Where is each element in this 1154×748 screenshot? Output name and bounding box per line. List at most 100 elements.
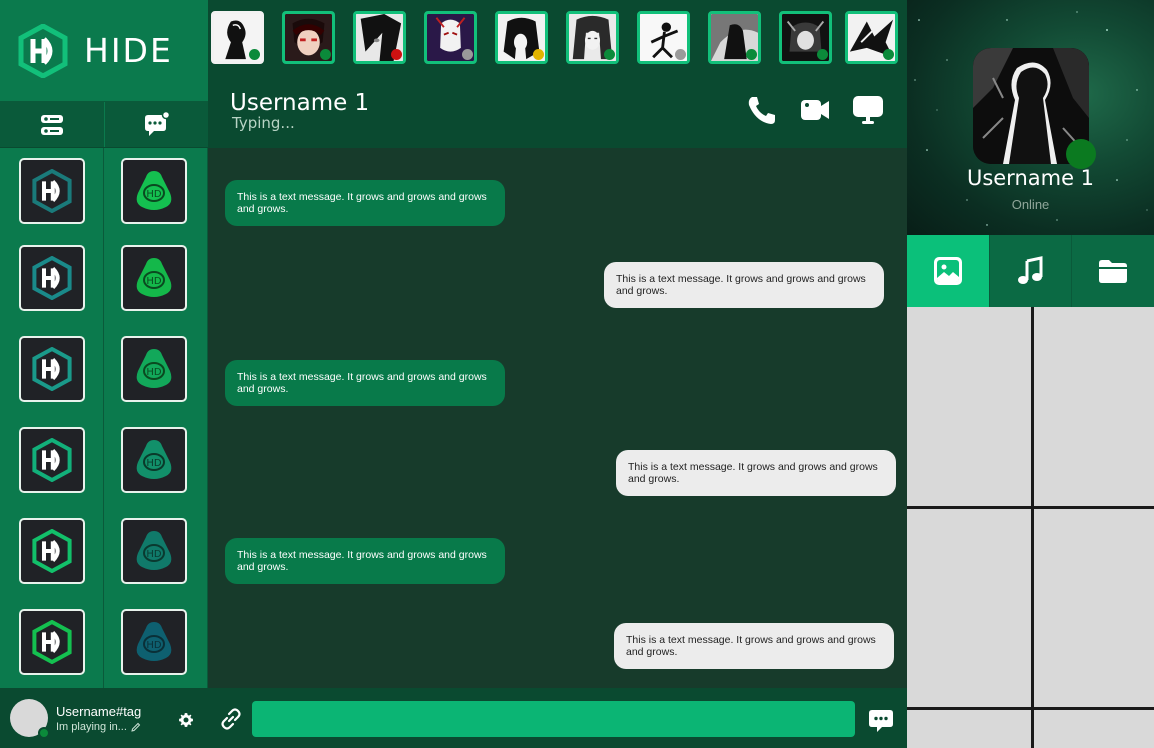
friend-avatar[interactable] — [353, 11, 406, 64]
current-user-panel: Username#tag Im playing in... — [0, 688, 208, 748]
gallery-item[interactable] — [1034, 307, 1154, 506]
gallery-item[interactable] — [907, 509, 1031, 707]
message-composer — [208, 688, 907, 748]
message-incoming[interactable]: This is a text message. It grows and gro… — [225, 360, 505, 406]
hd-logo-icon — [18, 23, 68, 78]
message-outgoing[interactable]: This is a text message. It grows and gro… — [604, 262, 884, 308]
server-tile[interactable]: HD — [121, 158, 187, 224]
svg-text:HD: HD — [146, 458, 162, 469]
server-tile[interactable] — [19, 245, 85, 311]
gear-icon[interactable] — [178, 712, 194, 728]
hd-logo-icon — [32, 256, 72, 300]
server-tile[interactable]: HD — [121, 336, 187, 402]
left-sidebar: HIDE HD HD HD HD HD HD Username#tag Im p… — [0, 0, 208, 748]
message-list: This is a text message. It grows and gro… — [208, 148, 907, 688]
mode-tabs — [0, 102, 208, 148]
server-tile[interactable] — [19, 158, 85, 224]
gallery-item[interactable] — [907, 307, 1031, 506]
brand-name: HIDE — [84, 31, 173, 70]
server-tile[interactable] — [19, 427, 85, 493]
profile-header: Username 1 Online — [907, 0, 1154, 235]
profile-panel: Username 1 Online — [907, 0, 1154, 748]
message-outgoing[interactable]: This is a text message. It grows and gro… — [616, 450, 896, 496]
screen-share-icon[interactable] — [852, 94, 884, 126]
brand-logo[interactable]: HIDE — [0, 0, 208, 102]
gallery-item[interactable] — [1034, 509, 1154, 707]
presence-indicator — [817, 49, 828, 60]
friend-avatar[interactable] — [637, 11, 690, 64]
svg-text:HD: HD — [146, 276, 162, 287]
presence-indicator — [675, 49, 686, 60]
hd-logo-icon — [32, 347, 72, 391]
svg-text:HD: HD — [146, 549, 162, 560]
message-input[interactable] — [252, 701, 855, 737]
friend-avatar[interactable] — [495, 11, 548, 64]
server-icon — [40, 114, 63, 135]
hd-blob-icon: HD — [136, 622, 172, 661]
tab-files[interactable] — [1072, 235, 1154, 307]
server-tile[interactable] — [19, 609, 85, 675]
message-outgoing[interactable]: This is a text message. It grows and gro… — [614, 623, 894, 669]
server-tile[interactable]: HD — [121, 518, 187, 584]
friend-avatar[interactable] — [424, 11, 477, 64]
presence-indicator — [1066, 139, 1096, 169]
chat-bubble-icon — [145, 110, 171, 136]
custom-status-text: Im playing in... — [56, 720, 127, 733]
media-tabs — [907, 235, 1154, 307]
gallery-item[interactable] — [907, 710, 1031, 748]
presence-indicator — [391, 49, 402, 60]
hd-blob-icon: HD — [136, 349, 172, 388]
friend-avatar[interactable] — [708, 11, 761, 64]
link-icon[interactable] — [218, 706, 244, 732]
hd-logo-icon — [32, 438, 72, 482]
svg-text:HD: HD — [146, 189, 162, 200]
presence-indicator — [533, 49, 544, 60]
presence-indicator — [249, 49, 260, 60]
friend-avatar[interactable] — [779, 11, 832, 64]
gallery-item[interactable] — [1034, 710, 1154, 748]
server-tile[interactable]: HD — [121, 427, 187, 493]
hd-blob-icon: HD — [136, 258, 172, 297]
tab-direct-messages[interactable] — [105, 102, 209, 147]
presence-indicator — [604, 49, 615, 60]
profile-status: Online — [1011, 197, 1050, 212]
tab-servers[interactable] — [0, 102, 105, 147]
message-incoming[interactable]: This is a text message. It grows and gro… — [225, 180, 505, 226]
hd-logo-icon — [32, 529, 72, 573]
svg-text:HD: HD — [146, 640, 162, 651]
chat-title: Username 1 — [230, 90, 370, 116]
phone-icon[interactable] — [746, 94, 778, 126]
friend-avatar[interactable] — [282, 11, 335, 64]
hd-blob-icon: HD — [136, 171, 172, 210]
server-column-left — [0, 148, 104, 688]
server-tile[interactable]: HD — [121, 245, 187, 311]
server-tile[interactable] — [19, 336, 85, 402]
pencil-icon[interactable] — [131, 722, 141, 732]
presence-indicator — [462, 49, 473, 60]
server-tile[interactable]: HD — [121, 609, 187, 675]
profile-name: Username 1 — [966, 166, 1095, 190]
folder-icon — [1099, 260, 1128, 283]
friend-avatar[interactable] — [566, 11, 619, 64]
presence-indicator — [883, 49, 894, 60]
hd-blob-icon: HD — [136, 531, 172, 570]
video-camera-icon[interactable] — [799, 94, 831, 126]
chat-send-icon[interactable] — [867, 707, 895, 735]
hd-blob-icon: HD — [136, 440, 172, 479]
chat-area: Username 1 Typing... This is a text mess… — [208, 0, 907, 748]
typing-indicator: Typing... — [232, 114, 295, 132]
friend-avatar[interactable] — [211, 11, 264, 64]
tab-music[interactable] — [989, 235, 1073, 307]
presence-indicator — [746, 49, 757, 60]
message-incoming[interactable]: This is a text message. It grows and gro… — [225, 538, 505, 584]
friend-avatar[interactable] — [845, 11, 898, 64]
current-username: Username#tag — [56, 703, 142, 719]
tab-images[interactable] — [907, 235, 990, 307]
server-tile[interactable] — [19, 518, 85, 584]
chat-header: Username 1 Typing... — [208, 76, 907, 148]
media-gallery — [907, 307, 1154, 748]
hd-logo-icon — [32, 620, 72, 664]
custom-status[interactable]: Im playing in... — [56, 721, 141, 733]
avatar[interactable] — [10, 699, 50, 739]
hd-logo-icon — [32, 169, 72, 213]
